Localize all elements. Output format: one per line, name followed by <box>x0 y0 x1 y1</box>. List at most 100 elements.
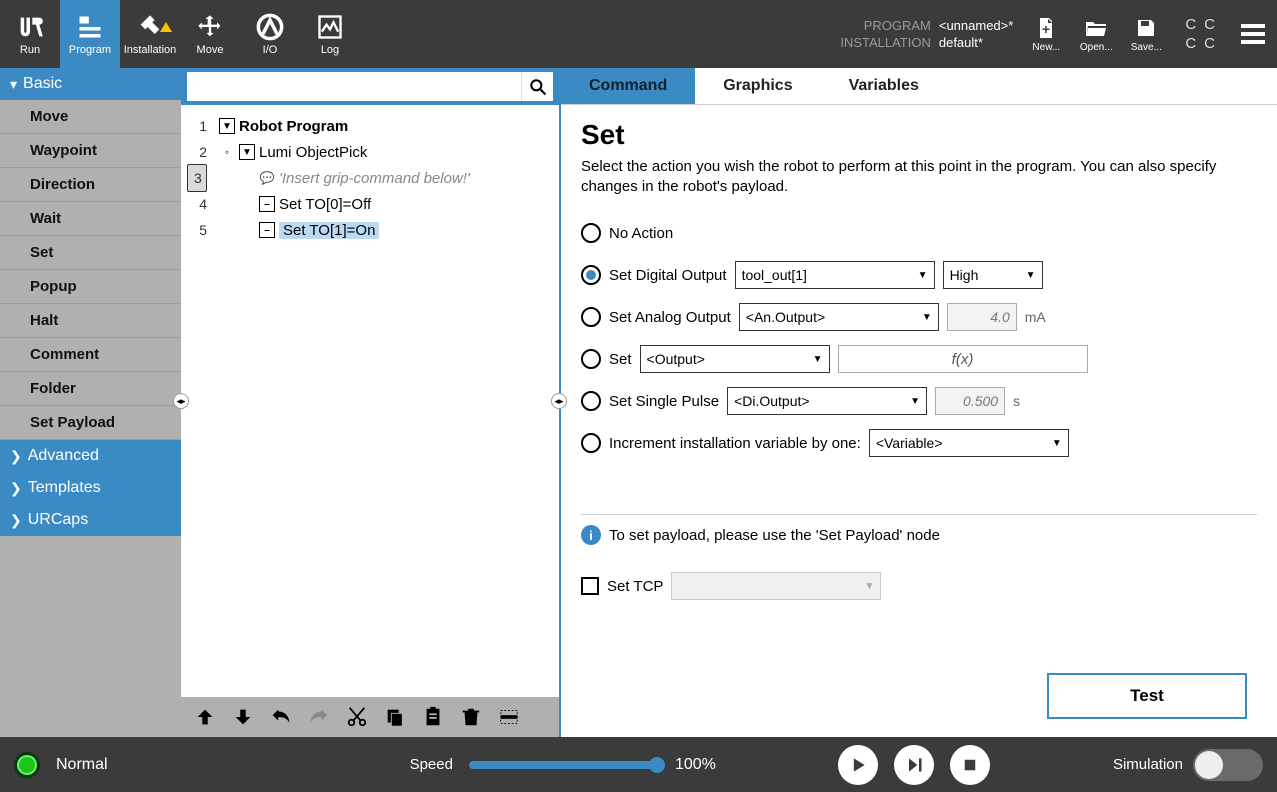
accordion-urcaps[interactable]: ❯ URCaps <box>0 504 181 536</box>
move-up-button[interactable] <box>191 703 219 731</box>
file-save-label: Save... <box>1131 42 1162 53</box>
file-open-label: Open... <box>1080 42 1113 53</box>
tab-command[interactable]: Command <box>561 68 695 104</box>
radio-icon[interactable] <box>581 223 601 243</box>
installation-label: INSTALLATION <box>840 35 931 50</box>
sidebar-item-move[interactable]: Move <box>0 100 181 134</box>
top-toolbar: Run Program Installation Move I/O Log PR… <box>0 0 1277 68</box>
speed-slider[interactable] <box>469 761 659 769</box>
nav-log[interactable]: Log <box>300 0 360 68</box>
set-tcp-row[interactable]: Set TCP ▼ <box>581 571 1257 601</box>
sidebar-collapse-handle[interactable]: ◂▸ <box>173 393 189 409</box>
nav-program[interactable]: Program <box>60 0 120 68</box>
tcp-select[interactable]: ▼ <box>671 572 881 600</box>
radio-icon[interactable] <box>581 265 601 285</box>
pulse-duration-field[interactable] <box>935 387 1005 415</box>
content-panel: Command Graphics Variables Set Select th… <box>561 68 1277 737</box>
sidebar-item-folder[interactable]: Folder <box>0 372 181 406</box>
delete-button[interactable] <box>457 703 485 731</box>
checkbox-icon[interactable] <box>581 577 599 595</box>
tree-row[interactable]: 1 ▼ Robot Program <box>187 113 553 139</box>
redo-button[interactable] <box>305 703 333 731</box>
option-single-pulse[interactable]: Set Single Pulse <Di.Output>▼ s <box>581 386 1257 416</box>
analog-value-field[interactable] <box>947 303 1017 331</box>
accordion-urcaps-label: URCaps <box>28 511 88 529</box>
step-button[interactable] <box>894 745 934 785</box>
radio-icon[interactable] <box>581 307 601 327</box>
tree-search-button[interactable] <box>521 72 553 101</box>
installation-value: default* <box>939 35 1013 50</box>
option-analog-output[interactable]: Set Analog Output <An.Output>▼ mA <box>581 302 1257 332</box>
status-indicator-icon[interactable] <box>14 752 40 778</box>
content-description: Select the action you wish the robot to … <box>581 157 1257 196</box>
sidebar-item-set[interactable]: Set <box>0 236 181 270</box>
nav-io[interactable]: I/O <box>240 0 300 68</box>
cut-button[interactable] <box>343 703 371 731</box>
option-label: Set Single Pulse <box>609 393 719 410</box>
expand-icon[interactable]: ▼ <box>239 144 255 160</box>
program-tree[interactable]: 1 ▼ Robot Program 2 ◦ ▼ Lumi ObjectPick … <box>181 105 559 697</box>
tree-search-input[interactable] <box>187 72 521 101</box>
chevron-right-icon: ❯ <box>10 448 22 465</box>
option-digital-output[interactable]: Set Digital Output tool_out[1]▼ High▼ <box>581 260 1257 290</box>
command-sidebar: ▾ Basic Move Waypoint Direction Wait Set… <box>0 68 181 737</box>
slider-thumb[interactable] <box>649 757 665 773</box>
file-new-button[interactable]: + New... <box>1021 0 1071 68</box>
suppress-button[interactable] <box>495 703 523 731</box>
nav-move[interactable]: Move <box>180 0 240 68</box>
option-set-output[interactable]: Set <Output>▼ f(x) <box>581 344 1257 374</box>
tree-row[interactable]: 2 ◦ ▼ Lumi ObjectPick <box>187 139 553 165</box>
stop-button[interactable] <box>950 745 990 785</box>
paste-button[interactable] <box>419 703 447 731</box>
nav-program-label: Program <box>69 44 111 56</box>
sidebar-item-set-payload[interactable]: Set Payload <box>0 406 181 440</box>
tab-variables[interactable]: Variables <box>821 68 947 104</box>
expand-icon[interactable]: ▼ <box>219 118 235 134</box>
line-number: 3 <box>187 164 207 192</box>
play-button[interactable] <box>838 745 878 785</box>
accordion-basic[interactable]: ▾ Basic <box>0 68 181 100</box>
tree-toolbar <box>181 697 559 737</box>
nav-io-label: I/O <box>263 44 278 56</box>
variable-select[interactable]: <Variable>▼ <box>869 429 1069 457</box>
pulse-output-select[interactable]: <Di.Output>▼ <box>727 387 927 415</box>
file-open-button[interactable]: Open... <box>1071 0 1121 68</box>
digital-output-select[interactable]: tool_out[1]▼ <box>735 261 935 289</box>
move-down-button[interactable] <box>229 703 257 731</box>
accordion-advanced[interactable]: ❯ Advanced <box>0 440 181 472</box>
analog-output-select[interactable]: <An.Output>▼ <box>739 303 939 331</box>
radio-icon[interactable] <box>581 433 601 453</box>
simulation-toggle-group: Simulation <box>1113 749 1263 781</box>
simulation-toggle[interactable] <box>1193 749 1263 781</box>
sidebar-item-waypoint[interactable]: Waypoint <box>0 134 181 168</box>
tab-graphics[interactable]: Graphics <box>695 68 820 104</box>
nav-run[interactable]: Run <box>0 0 60 68</box>
info-text: To set payload, please use the 'Set Payl… <box>609 527 940 544</box>
tree-collapse-handle[interactable]: ◂▸ <box>551 393 567 409</box>
undo-button[interactable] <box>267 703 295 731</box>
file-save-button[interactable]: Save... <box>1121 0 1171 68</box>
unit-label: mA <box>1025 309 1046 325</box>
sidebar-item-wait[interactable]: Wait <box>0 202 181 236</box>
sidebar-item-halt[interactable]: Halt <box>0 304 181 338</box>
radio-icon[interactable] <box>581 349 601 369</box>
tree-row[interactable]: 3 💬 'Insert grip-command below!' <box>187 165 553 191</box>
tree-row[interactable]: 4 – Set TO[0]=Off <box>187 191 553 217</box>
option-no-action[interactable]: No Action <box>581 218 1257 248</box>
tree-row[interactable]: 5 – Set TO[1]=On <box>187 217 553 243</box>
test-button[interactable]: Test <box>1047 673 1247 719</box>
sidebar-item-popup[interactable]: Popup <box>0 270 181 304</box>
sidebar-item-comment[interactable]: Comment <box>0 338 181 372</box>
nav-installation[interactable]: Installation <box>120 0 180 68</box>
sidebar-item-direction[interactable]: Direction <box>0 168 181 202</box>
output-select[interactable]: <Output>▼ <box>640 345 830 373</box>
expression-field[interactable]: f(x) <box>838 345 1088 373</box>
radio-icon[interactable] <box>581 391 601 411</box>
hamburger-menu-button[interactable] <box>1229 0 1277 68</box>
step-icon <box>904 755 924 775</box>
copy-button[interactable] <box>381 703 409 731</box>
accordion-templates[interactable]: ❯ Templates <box>0 472 181 504</box>
option-increment-variable[interactable]: Increment installation variable by one: … <box>581 428 1257 458</box>
digital-value-select[interactable]: High▼ <box>943 261 1043 289</box>
program-value: <unnamed>* <box>939 18 1013 33</box>
